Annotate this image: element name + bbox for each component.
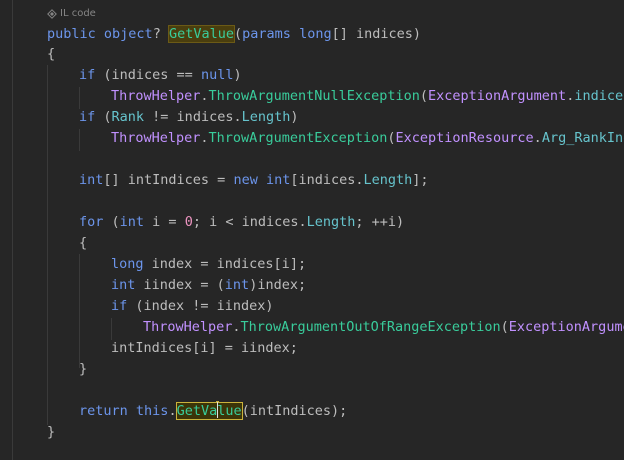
keyword-params: params — [242, 26, 291, 42]
method-throwargumentnullexception: ThrowArgumentNullException — [208, 88, 420, 104]
type-throwhelper: ThrowHelper — [111, 88, 201, 104]
close-brace: } — [79, 361, 88, 377]
type-exceptionargument: ExceptionArgument — [428, 88, 567, 104]
method-getvalue-declaration[interactable]: GetValue — [167, 25, 236, 43]
code-line-12[interactable]: if (index != iindex) — [111, 296, 274, 317]
property-indices: indices — [574, 88, 624, 104]
property-rank: Rank — [111, 109, 145, 125]
indent-guide-5 — [111, 318, 112, 340]
code-line-11[interactable]: int iindex = (int)index; — [111, 275, 306, 296]
code-line-17[interactable]: } — [47, 422, 55, 443]
keyword-this: this — [135, 403, 169, 419]
il-code-label: IL code — [60, 8, 96, 19]
type-exceptionargument: ExceptionArgumen — [508, 319, 624, 335]
type-exceptionresource: ExceptionResource — [395, 130, 534, 146]
keyword-long: long — [299, 26, 332, 42]
keyword-int: int — [265, 172, 291, 188]
property-arg-rankindices: Arg_RankIndi — [541, 130, 624, 146]
indent-guide-3 — [79, 129, 80, 151]
il-code-inlay-hint[interactable]: IL code — [47, 7, 96, 21]
left-margin-guide — [12, 0, 13, 460]
code-line-1[interactable]: public object? GetValue(params long[] in… — [47, 24, 421, 45]
keyword-int: int — [119, 214, 145, 230]
code-line-10[interactable]: long index = indices[i]; — [111, 254, 306, 275]
method-throwargumentexception: ThrowArgumentException — [208, 130, 388, 146]
property-length: Length — [363, 172, 413, 188]
code-line-14[interactable]: intIndices[i] = iindex; — [111, 338, 298, 359]
code-line-5[interactable]: if (Rank != indices.Length) — [79, 107, 299, 128]
property-length: Length — [306, 214, 356, 230]
keyword-null: null — [200, 67, 234, 83]
open-brace: { — [47, 46, 56, 62]
property-length: Length — [241, 109, 291, 125]
keyword-return: return — [79, 403, 128, 419]
il-code-icon — [47, 9, 57, 19]
number-literal: 0 — [184, 214, 193, 230]
code-line-9[interactable]: { — [79, 233, 87, 254]
code-line-15[interactable]: } — [79, 359, 87, 380]
keyword-if: if — [111, 298, 128, 314]
code-line-7[interactable]: int[] intIndices = new int[indices.Lengt… — [79, 170, 429, 191]
code-line-4[interactable]: ThrowHelper.ThrowArgumentNullException(E… — [111, 86, 624, 107]
type-throwhelper: ThrowHelper — [111, 130, 201, 146]
type-throwhelper: ThrowHelper — [143, 319, 233, 335]
keyword-object: object — [103, 26, 153, 42]
keyword-int: int — [111, 277, 136, 293]
code-line-6[interactable]: ThrowHelper.ThrowArgumentException(Excep… — [111, 128, 624, 149]
keyword-long: long — [111, 256, 144, 272]
keyword-int: int — [79, 172, 104, 188]
keyword-if: if — [79, 109, 96, 125]
code-line-16[interactable]: return this.GetValue(intIndices); — [79, 401, 347, 422]
keyword-new: new — [233, 172, 258, 188]
code-line-13[interactable]: ThrowHelper.ThrowArgumentOutOfRangeExcep… — [143, 317, 624, 338]
method-getvalue-usage[interactable]: GetValue — [175, 402, 243, 420]
close-brace: } — [47, 424, 56, 440]
method-throwargumentoutofrangeexception: ThrowArgumentOutOfRangeException — [240, 319, 501, 335]
code-editor[interactable]: IL code public object? GetValue(params l… — [0, 0, 624, 460]
code-line-3[interactable]: if (indices == null) — [79, 65, 242, 86]
keyword-if: if — [79, 67, 96, 83]
indent-guide-1 — [47, 65, 48, 425]
code-line-2[interactable]: { — [47, 44, 55, 65]
open-brace: { — [79, 235, 88, 251]
keyword-public: public — [47, 26, 96, 42]
indent-guide-2 — [79, 87, 80, 109]
code-line-8[interactable]: for (int i = 0; i < indices.Length; ++i) — [79, 212, 404, 233]
indent-guide-4 — [79, 254, 80, 368]
keyword-int: int — [224, 277, 250, 293]
keyword-for: for — [79, 214, 104, 230]
